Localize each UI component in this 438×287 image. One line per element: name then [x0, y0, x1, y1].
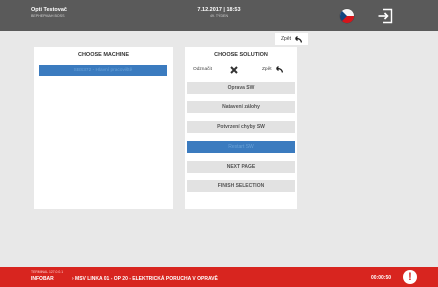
solution-back-button[interactable]: Zpět: [262, 66, 283, 73]
top-bar: Opti Testovač ВЕРНЕРМАН BOSS 7.12.2017 |…: [0, 0, 438, 31]
finish-selection-button[interactable]: FINISH SELECTION: [187, 180, 295, 192]
option-potvrzeni-chyby-sw[interactable]: Potvrzení chyby SW: [187, 121, 295, 133]
week-number: 49. TÝDEN: [209, 14, 229, 18]
deselect-button[interactable]: Odznačit: [193, 67, 212, 72]
back-arrow-icon: [293, 35, 302, 43]
close-icon[interactable]: [230, 66, 238, 74]
back-button[interactable]: Zpět: [275, 33, 308, 45]
terminal-id: TERMINAL 127.0.0.1: [31, 270, 64, 274]
solution-controls: Odznačit Zpět: [185, 64, 297, 76]
datetime: 7.12.2017 | 18:53: [197, 7, 241, 13]
solution-panel-title: CHOOSE SOLUTION: [214, 52, 268, 58]
next-page-button[interactable]: NEXT PAGE: [187, 161, 295, 173]
machine-panel-title: CHOOSE MACHINE: [77, 52, 130, 58]
machine-item[interactable]: SBS372 - Hlavní pracoviště: [39, 65, 167, 76]
timer: 00:00:50: [371, 275, 392, 281]
solution-back-label: Zpět: [262, 67, 272, 72]
infobar-message: › MSV LINKA 01 - OP 20 - ELEKTRICKÁ PORU…: [72, 276, 218, 282]
option-restart-sw[interactable]: Restart SW: [187, 141, 295, 153]
option-oprava-sw[interactable]: Oprava SW: [187, 82, 295, 94]
solution-panel: CHOOSE SOLUTION Odznačit Zpět Oprava SW …: [185, 47, 297, 209]
info-bar: TERMINAL 127.0.0.1 INFOBAR › MSV LINKA 0…: [0, 267, 438, 287]
alert-icon[interactable]: !: [403, 270, 417, 284]
back-arrow-icon: [274, 66, 283, 73]
flag-czech-icon[interactable]: [340, 9, 354, 23]
machine-panel: CHOOSE MACHINE SBS372 - Hlavní pracovišt…: [34, 47, 173, 209]
option-nataveni-zalohy[interactable]: Natavení zálohy: [187, 101, 295, 113]
infobar-label: INFOBAR: [31, 276, 54, 282]
logout-icon[interactable]: [377, 8, 393, 24]
back-label: Zpět: [280, 36, 291, 42]
